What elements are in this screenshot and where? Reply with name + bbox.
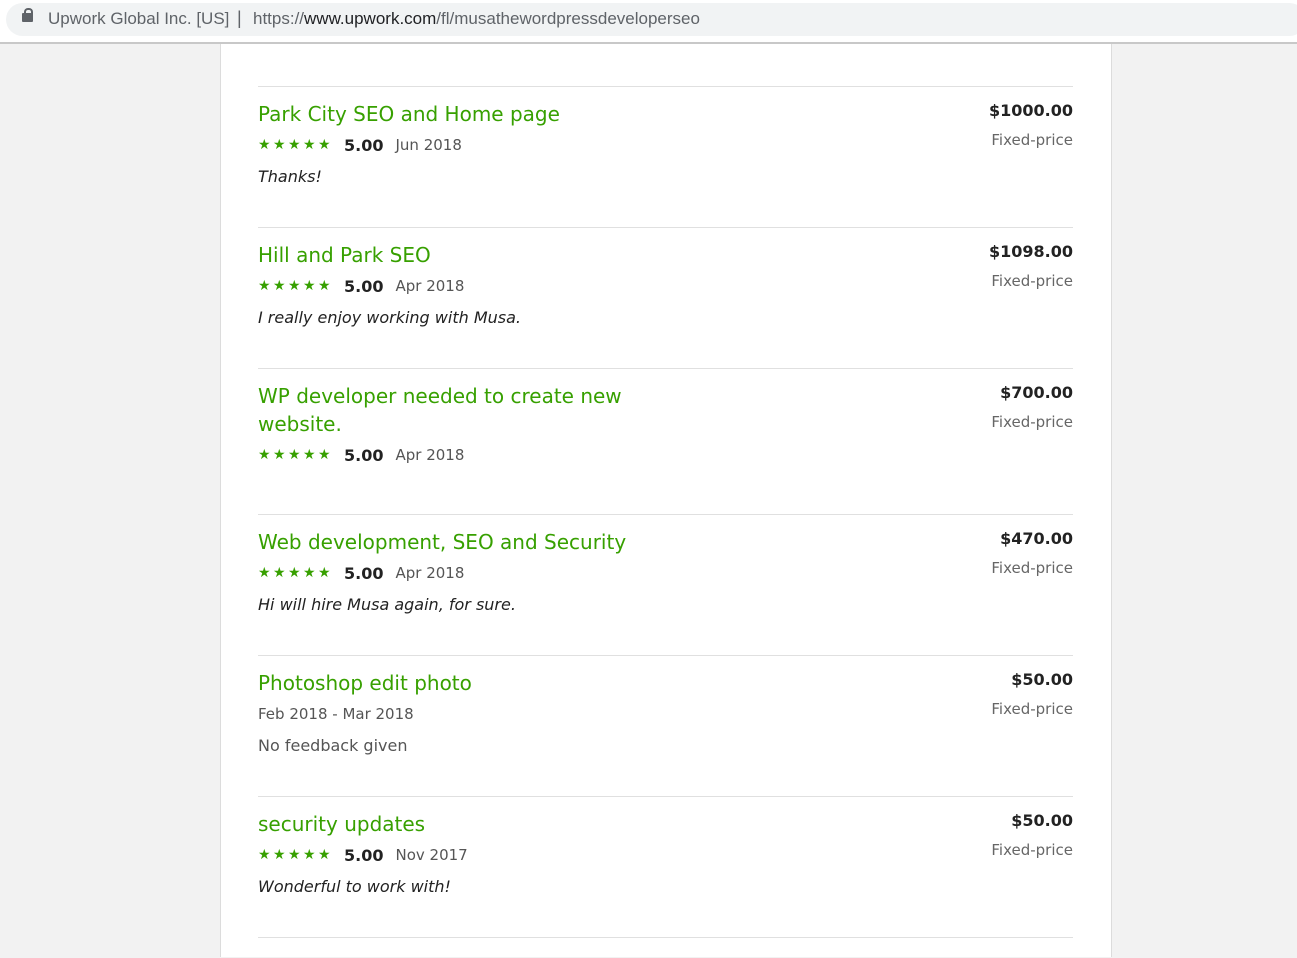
star-icon: ★ <box>273 565 286 581</box>
feedback-text: Thanks! <box>258 167 322 186</box>
job-item: Web development, SEO and Security ★ ★ ★ ★ ★ … <box>258 514 1073 655</box>
star-icon: ★ <box>303 278 316 294</box>
work-history-card: Park City SEO and Home page ★ ★ ★ ★ ★ 5.00 J… <box>220 44 1112 957</box>
star-icon: ★ <box>258 278 271 294</box>
job-title-link[interactable]: Park City SEO and Home page <box>258 100 658 128</box>
price-type: Fixed-price <box>991 413 1073 431</box>
star-icon: ★ <box>288 447 301 463</box>
url-host: www.upwork.com <box>304 9 437 28</box>
star-icon: ★ <box>258 447 271 463</box>
job-amount: $470.00 <box>1000 529 1073 548</box>
job-meta: ★ ★ ★ ★ ★ 5.00 Nov 2017 <box>258 844 468 866</box>
job-date: Apr 2018 <box>395 564 465 582</box>
url-separator: | <box>237 8 242 28</box>
job-amount: $50.00 <box>1011 811 1073 830</box>
no-feedback-text: No feedback given <box>258 736 408 755</box>
job-amount: $1000.00 <box>988 101 1073 120</box>
browser-address-bar: Upwork Global Inc. [US] | https://www.up… <box>0 0 1297 44</box>
star-icon: ★ <box>273 137 286 153</box>
rating-score: 5.00 <box>344 445 384 465</box>
job-title-link[interactable]: Photoshop edit photo <box>258 669 658 697</box>
star-rating: ★ ★ ★ ★ ★ <box>258 448 332 462</box>
job-title-link[interactable]: Web development, SEO and Security <box>258 528 678 556</box>
rating-score: 5.00 <box>344 276 384 296</box>
price-type: Fixed-price <box>991 700 1073 718</box>
star-icon: ★ <box>318 565 331 581</box>
price-type: Fixed-price <box>991 272 1073 290</box>
star-rating: ★ ★ ★ ★ ★ <box>258 566 332 580</box>
job-date: Apr 2018 <box>395 446 465 464</box>
star-icon: ★ <box>318 278 331 294</box>
job-amount: $50.00 <box>1011 670 1073 689</box>
job-meta: Feb 2018 - Mar 2018 <box>258 703 414 725</box>
star-icon: ★ <box>288 565 301 581</box>
job-meta: ★ ★ ★ ★ ★ 5.00 Apr 2018 <box>258 444 464 466</box>
star-icon: ★ <box>318 137 331 153</box>
job-date: Nov 2017 <box>395 846 468 864</box>
site-identity[interactable]: Upwork Global Inc. [US] <box>48 9 229 29</box>
star-icon: ★ <box>288 137 301 153</box>
star-icon: ★ <box>318 847 331 863</box>
star-icon: ★ <box>258 847 271 863</box>
star-icon: ★ <box>273 447 286 463</box>
url-scheme: https:// <box>253 9 305 28</box>
job-title-link[interactable]: security updates <box>258 810 658 838</box>
star-icon: ★ <box>303 447 316 463</box>
price-type: Fixed-price <box>991 559 1073 577</box>
star-rating: ★ ★ ★ ★ ★ <box>258 138 332 152</box>
job-item: Hill and Park SEO ★ ★ ★ ★ ★ 5.00 Apr 2018 I … <box>258 227 1073 368</box>
url-text[interactable]: https://www.upwork.com/fl/musathewordpre… <box>253 9 700 29</box>
star-icon: ★ <box>288 847 301 863</box>
rating-score: 5.00 <box>344 845 384 865</box>
feedback-text: Wonderful to work with! <box>258 877 451 896</box>
star-icon: ★ <box>273 278 286 294</box>
star-rating: ★ ★ ★ ★ ★ <box>258 848 332 862</box>
star-icon: ★ <box>303 847 316 863</box>
job-item-partial <box>258 937 1073 958</box>
job-date: Jun 2018 <box>395 136 462 154</box>
star-icon: ★ <box>258 137 271 153</box>
star-icon: ★ <box>303 137 316 153</box>
star-icon: ★ <box>318 447 331 463</box>
job-meta: ★ ★ ★ ★ ★ 5.00 Apr 2018 <box>258 562 464 584</box>
star-icon: ★ <box>303 565 316 581</box>
star-icon: ★ <box>273 847 286 863</box>
star-rating: ★ ★ ★ ★ ★ <box>258 279 332 293</box>
job-item: Park City SEO and Home page ★ ★ ★ ★ ★ 5.00 J… <box>258 86 1073 227</box>
job-title-link[interactable]: Hill and Park SEO <box>258 241 658 269</box>
url-path: /fl/musathewordpressdeveloperseo <box>436 9 700 28</box>
job-amount: $700.00 <box>1000 383 1073 402</box>
feedback-text: I really enjoy working with Musa. <box>258 308 521 327</box>
star-icon: ★ <box>288 278 301 294</box>
job-meta: ★ ★ ★ ★ ★ 5.00 Jun 2018 <box>258 134 462 156</box>
lock-icon[interactable] <box>22 8 33 22</box>
feedback-text: Hi will hire Musa again, for sure. <box>258 595 516 614</box>
job-item: Photoshop edit photo Feb 2018 - Mar 2018… <box>258 655 1073 796</box>
job-item: security updates ★ ★ ★ ★ ★ 5.00 Nov 2017 Won… <box>258 796 1073 937</box>
job-date-range: Feb 2018 - Mar 2018 <box>258 705 414 723</box>
price-type: Fixed-price <box>991 841 1073 859</box>
job-item: WP developer needed to create new websit… <box>258 368 1073 514</box>
star-icon: ★ <box>258 565 271 581</box>
job-title-link[interactable]: WP developer needed to create new websit… <box>258 382 638 438</box>
job-amount: $1098.00 <box>988 242 1073 261</box>
job-meta: ★ ★ ★ ★ ★ 5.00 Apr 2018 <box>258 275 464 297</box>
price-type: Fixed-price <box>991 131 1073 149</box>
job-date: Apr 2018 <box>395 277 465 295</box>
rating-score: 5.00 <box>344 135 384 155</box>
rating-score: 5.00 <box>344 563 384 583</box>
